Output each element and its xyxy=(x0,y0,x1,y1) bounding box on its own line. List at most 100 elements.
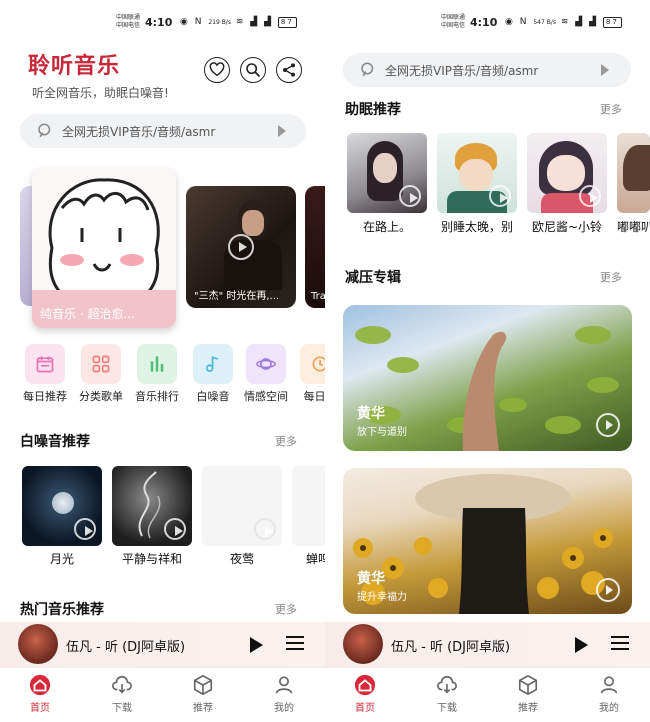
eye-icon: ◉ xyxy=(505,17,515,27)
heart-icon xyxy=(209,62,225,77)
tab-bar: 首页 下载 推荐 我的 xyxy=(0,667,325,722)
play-icon[interactable] xyxy=(596,578,620,602)
tab-label: 我的 xyxy=(599,703,619,714)
carrier-label: 中国联通 xyxy=(116,14,141,21)
battery-indicator: 87 xyxy=(602,17,622,28)
sleep-label: 在路上。 xyxy=(362,220,411,234)
app-subtitle: 听全网音乐，助眠白噪音! xyxy=(32,86,169,100)
network-speed: 219 B/s xyxy=(208,19,231,26)
playlist-icon[interactable] xyxy=(286,636,304,654)
banner-caption: Tra xyxy=(311,291,325,302)
mini-player[interactable]: 伍凡 - 听 (DJ阿卓版) xyxy=(0,622,325,667)
carrier-label: 中国联通 xyxy=(441,14,466,21)
search-arrow-icon xyxy=(278,125,286,137)
sleep-card[interactable] xyxy=(527,133,607,213)
sleep-card[interactable] xyxy=(617,133,650,213)
search-icon xyxy=(361,62,374,77)
bar-chart-icon xyxy=(137,344,177,384)
search-bar[interactable]: 全网无损VIP音乐/音频/asmr xyxy=(343,53,631,87)
home-screen-scrolled: 中国联通 中国电信 4:10 ◉ N 547 B/s ≋ ▟ ▟ 87 全网无损… xyxy=(325,0,650,722)
mini-player[interactable]: 伍凡 - 听 (DJ阿卓版) xyxy=(325,622,650,667)
category-label: 音乐排行 xyxy=(135,390,179,403)
search-arrow-icon xyxy=(601,64,609,76)
sleep-card[interactable] xyxy=(437,133,517,213)
more-link[interactable]: 更多 xyxy=(275,601,297,617)
album-cover[interactable] xyxy=(343,624,383,664)
user-icon xyxy=(273,674,295,696)
banner-illustration xyxy=(32,168,176,328)
carrier-label: 中国电信 xyxy=(441,22,466,29)
user-icon xyxy=(598,674,620,696)
search-button[interactable] xyxy=(240,57,266,83)
play-icon xyxy=(579,185,601,207)
banner-card[interactable]: "三杰" 时光在再,... xyxy=(186,186,296,308)
banner-card[interactable]: Tra xyxy=(305,186,325,308)
play-icon xyxy=(164,518,186,540)
now-playing-title: 伍凡 - 听 (DJ阿卓版) xyxy=(391,640,511,655)
album-cover[interactable] xyxy=(18,624,58,664)
carrier-label: 中国电信 xyxy=(116,22,141,29)
app-title: 聆听音乐 xyxy=(28,54,121,79)
nfc-icon: N xyxy=(194,17,204,27)
tab-mine[interactable]: 我的 xyxy=(264,674,304,714)
tab-mine[interactable]: 我的 xyxy=(589,674,629,714)
white-noise-card[interactable] xyxy=(22,466,102,546)
play-button[interactable] xyxy=(250,637,263,653)
music-note-icon xyxy=(193,344,233,384)
home-icon xyxy=(354,674,376,696)
cloud-download-icon xyxy=(436,674,458,696)
white-noise-card[interactable] xyxy=(112,466,192,546)
tab-home[interactable]: 首页 xyxy=(345,674,385,714)
play-button[interactable] xyxy=(575,637,588,653)
tab-label: 我的 xyxy=(274,703,294,714)
tab-label: 首页 xyxy=(355,703,375,714)
play-icon xyxy=(254,518,276,540)
category-white-noise[interactable]: 白噪音 xyxy=(189,344,237,404)
more-link[interactable]: 更多 xyxy=(600,101,622,117)
tab-home[interactable]: 首页 xyxy=(20,674,60,714)
clock-icon xyxy=(300,344,325,384)
category-playlists[interactable]: 分类歌单 xyxy=(77,344,125,404)
tab-recommend[interactable]: 推荐 xyxy=(183,674,223,714)
banner-card-featured[interactable]: 纯音乐 · 超治愈... xyxy=(32,168,176,328)
search-bar[interactable]: 全网无损VIP音乐/音频/asmr xyxy=(20,114,306,148)
home-screen-top: 中国联通 中国电信 4:10 ◉ N 219 B/s ≋ ▟ ▟ 87 聆听音乐… xyxy=(0,0,325,722)
sleep-label: 别睡太晚，别 xyxy=(440,220,513,234)
category-charts[interactable]: 音乐排行 xyxy=(133,344,181,404)
category-emotion[interactable]: 情感空间 xyxy=(242,344,290,404)
category-daily-clean[interactable]: 每日洁 xyxy=(296,344,325,404)
section-title-white-noise: 白噪音推荐 xyxy=(20,434,90,450)
calendar-icon xyxy=(25,344,65,384)
home-icon xyxy=(29,674,51,696)
favorite-button[interactable] xyxy=(204,57,230,83)
wifi-icon: ≋ xyxy=(560,17,571,27)
more-link[interactable]: 更多 xyxy=(600,269,622,285)
tab-download[interactable]: 下载 xyxy=(427,674,467,714)
cube-icon xyxy=(517,674,539,696)
white-noise-card[interactable] xyxy=(202,466,282,546)
album-card[interactable]: 黄华 提升幸福力 xyxy=(343,468,632,614)
share-button[interactable] xyxy=(276,57,302,83)
category-label: 分类歌单 xyxy=(79,390,123,403)
album-subtitle: 提升幸福力 xyxy=(357,592,407,603)
white-noise-card[interactable] xyxy=(292,466,325,546)
more-link[interactable]: 更多 xyxy=(275,433,297,449)
nfc-icon: N xyxy=(519,17,529,27)
tab-bar: 首页 下载 推荐 我的 xyxy=(325,667,650,722)
playlist-icon[interactable] xyxy=(611,636,629,654)
sleep-card[interactable] xyxy=(347,133,427,213)
tab-recommend[interactable]: 推荐 xyxy=(508,674,548,714)
album-title: 黄华 xyxy=(357,406,385,422)
album-card[interactable]: 黄华 放下与道别 xyxy=(343,305,632,451)
tab-download[interactable]: 下载 xyxy=(102,674,142,714)
tab-label: 首页 xyxy=(30,703,50,714)
section-title-sleep: 助眠推荐 xyxy=(345,102,401,118)
tab-label: 推荐 xyxy=(518,703,538,714)
play-icon xyxy=(399,185,421,207)
search-placeholder: 全网无损VIP音乐/音频/asmr xyxy=(62,124,216,139)
cloud-download-icon xyxy=(111,674,133,696)
category-daily[interactable]: 每日推荐 xyxy=(21,344,69,404)
sleep-label: 欧尼酱~小铃 xyxy=(531,220,603,234)
play-icon[interactable] xyxy=(596,413,620,437)
signal-icon: ▟ xyxy=(264,17,273,27)
